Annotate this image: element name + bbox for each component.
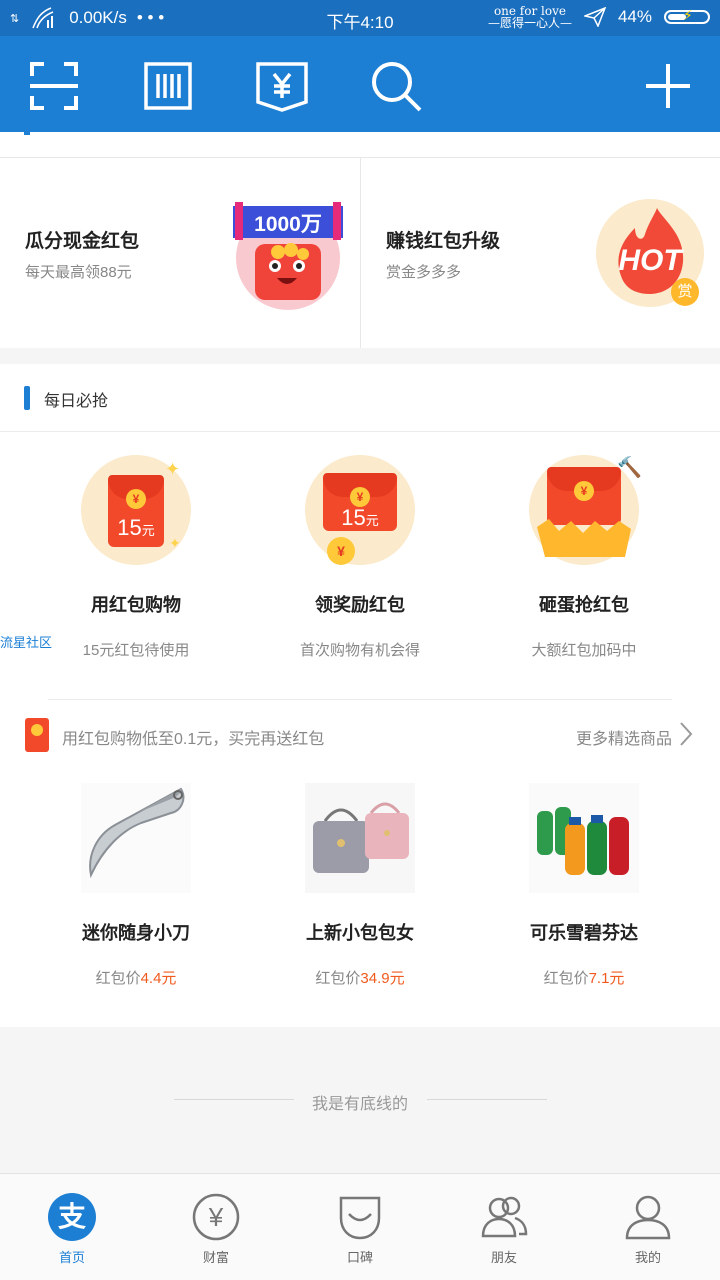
nav-label: 我的 — [634, 1250, 661, 1265]
daily-item-reward[interactable]: ¥ 15元 ¥ 领奖励红包 首次购物有机会得 — [240, 455, 480, 660]
coin-icon: ¥ — [126, 489, 146, 509]
price-label: 红包价 — [95, 970, 141, 987]
promo-title: 赚钱红包升级 — [386, 231, 501, 252]
knife-image — [81, 783, 191, 893]
footer-end-text: 我是有底线的 — [311, 1096, 408, 1113]
daily-item-egg[interactable]: ¥ 🔨 砸蛋抢红包 大额红包加码中 — [464, 455, 704, 660]
nav-home[interactable]: 支 首页 — [0, 1174, 144, 1280]
top-toolbar — [0, 36, 720, 132]
product-price: 红包价7.1元 — [464, 967, 704, 988]
daily-item-subtitle: 大额红包加码中 — [531, 642, 637, 659]
bottom-nav: 支 首页 ¥ 财富 口碑 朋友 我的 — [0, 1173, 720, 1280]
price-value: 4.4元 — [140, 970, 177, 987]
product-title: 可乐雪碧芬达 — [530, 923, 638, 943]
redpacket-mascot-icon: 1000万 — [233, 200, 343, 310]
promo-title: 瓜分现金红包 — [25, 231, 140, 252]
soda-bottles-image — [529, 783, 639, 893]
chevron-right-icon — [680, 722, 693, 746]
shop-banner[interactable]: 用红包购物低至0.1元，买完再送红包 更多精选商品 — [0, 716, 720, 752]
profile-icon — [625, 1195, 671, 1240]
daily-title: 每日必抢 — [44, 393, 109, 410]
top-strip — [0, 132, 720, 158]
nav-label: 财富 — [202, 1250, 229, 1265]
smash-egg-icon: ¥ 🔨 — [529, 455, 642, 565]
daily-item-title: 领奖励红包 — [315, 595, 405, 615]
product-title: 迷你随身小刀 — [82, 923, 190, 943]
price-value: 7.1元 — [588, 970, 625, 987]
coin-icon: ¥ — [350, 487, 370, 507]
battery-percent: 44% — [617, 7, 652, 26]
friends-icon — [481, 1196, 528, 1238]
product-card-knife[interactable]: 迷你随身小刀 红包价4.4元 — [16, 783, 256, 988]
alipay-glyph: 支 — [57, 1201, 86, 1232]
nav-profile[interactable]: 我的 — [576, 1174, 720, 1280]
daily-section-header: 每日必抢 — [0, 364, 720, 432]
promo-cards: 瓜分现金红包 每天最高领88元 1000万 赚钱红包升级 赏金多多多 HOT 赏 — [0, 158, 720, 348]
price-label: 红包价 — [315, 970, 361, 987]
coin-icon: ¥ — [574, 481, 594, 501]
product-card-drinks[interactable]: 可乐雪碧芬达 红包价7.1元 — [464, 783, 704, 988]
nav-label: 朋友 — [490, 1250, 517, 1265]
hot-label: HOT — [618, 244, 682, 277]
nav-friends[interactable]: 朋友 — [432, 1174, 576, 1280]
sparkle-icon: ✦ — [169, 535, 181, 551]
search-icon[interactable] — [368, 58, 424, 114]
product-title: 上新小包包女 — [306, 923, 414, 943]
amount-unit: 元 — [365, 513, 379, 528]
side-label: 流星社区 — [0, 635, 53, 650]
hammer-icon: 🔨 — [617, 457, 642, 479]
shop-banner-text: 用红包购物低至0.1元，买完再送红包 — [62, 731, 325, 748]
nav-label: 首页 — [58, 1250, 85, 1265]
amount-value: 15 — [117, 515, 142, 540]
daily-item-title: 砸蛋抢红包 — [539, 595, 629, 615]
redpacket-small-icon — [25, 718, 49, 752]
status-right: one for love —愿得一心人— 44% ⚡ — [488, 5, 710, 29]
promo-cash-redpacket[interactable]: 瓜分现金红包 每天最高领88元 1000万 — [0, 158, 360, 348]
envelope-shape: ¥ 15元 — [108, 475, 164, 547]
daily-item-title: 用红包购物 — [91, 595, 181, 615]
divider — [48, 699, 672, 700]
status-bar: ⇅ 0.00K/s • • • 下午4:10 one for love —愿得一… — [0, 0, 720, 36]
amount-value: 15 — [341, 505, 366, 530]
nav-label: 口碑 — [346, 1250, 373, 1265]
send-icon — [583, 7, 606, 27]
daily-item-shop[interactable]: ¥ 15元 ✦ ✦ 用红包购物 15元红包待使用 — [16, 455, 256, 660]
scan-icon[interactable] — [26, 58, 82, 114]
section-bar — [24, 386, 30, 410]
envelope-shape: ¥ 15元 — [323, 473, 397, 531]
promo-earn-upgrade[interactable]: 赚钱红包升级 赏金多多多 HOT 赏 — [361, 158, 720, 348]
more-products-link[interactable]: 更多精选商品 — [576, 725, 672, 749]
product-price: 红包价34.9元 — [240, 967, 480, 988]
price-value: 34.9元 — [360, 970, 405, 987]
reward-coin: 赏 — [671, 278, 699, 306]
nav-koubei[interactable]: 口碑 — [288, 1174, 432, 1280]
redpacket-icon: ¥ 15元 ¥ — [305, 455, 415, 565]
promo-subtitle: 每天最高领88元 — [25, 264, 132, 281]
promo-badge: 1000万 — [254, 213, 322, 236]
status-signature: one for love —愿得一心人— — [488, 5, 572, 29]
product-price: 红包价4.4元 — [16, 967, 256, 988]
signature-bottom: —愿得一心人— — [487, 16, 572, 30]
nav-wealth[interactable]: ¥ 财富 — [144, 1174, 288, 1280]
barcode-icon[interactable] — [140, 58, 196, 114]
handbag-image — [305, 783, 415, 893]
sparkle-icon: ✦ — [165, 459, 181, 479]
amount-unit: 元 — [141, 523, 155, 538]
battery-icon: ⚡ — [664, 8, 710, 24]
yuan-glyph: ¥ — [208, 1202, 224, 1232]
add-icon[interactable] — [640, 58, 696, 114]
eggshell-icon — [537, 519, 631, 557]
coin-icon: ¥ — [327, 537, 355, 565]
redpacket-amount: 15元 — [108, 515, 164, 541]
koubei-icon — [339, 1196, 381, 1240]
product-card-bag[interactable]: 上新小包包女 红包价34.9元 — [240, 783, 480, 988]
price-label: 红包价 — [543, 970, 589, 987]
redpacket-amount: 15元 — [323, 505, 397, 531]
daily-item-subtitle: 首次购物有机会得 — [299, 642, 420, 659]
hot-flame-icon: HOT 赏 — [595, 198, 705, 308]
payment-code-icon[interactable] — [254, 58, 310, 114]
promo-subtitle: 赏金多多多 — [386, 264, 462, 281]
redpacket-icon: ¥ 15元 ✦ ✦ — [81, 455, 191, 565]
